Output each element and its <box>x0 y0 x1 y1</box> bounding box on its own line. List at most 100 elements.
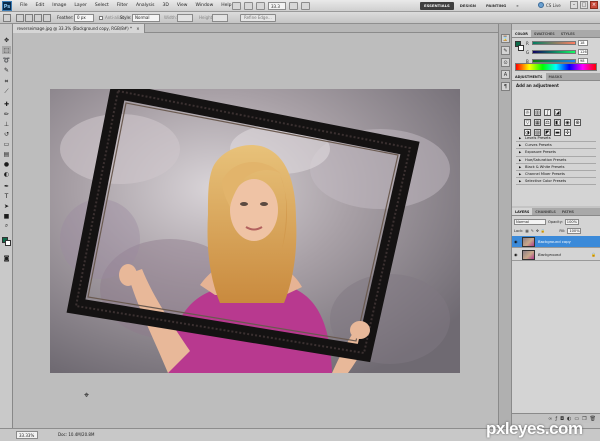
tab-masks[interactable]: MASKS <box>546 73 566 80</box>
shape-tool-icon[interactable]: ■ <box>2 212 11 220</box>
tab-swatches[interactable]: SWATCHES <box>531 30 558 37</box>
vibrance-icon[interactable]: ▽ <box>524 119 531 126</box>
gradient-tool-icon[interactable]: ▤ <box>2 150 11 158</box>
menu-filter[interactable]: Filter <box>113 0 132 12</box>
history-brush-tool-icon[interactable]: ↺ <box>2 130 11 138</box>
status-zoom-input[interactable]: 33.33% <box>16 431 38 439</box>
minimize-button[interactable]: – <box>570 1 578 9</box>
clone-source-panel-icon[interactable]: ⊙ <box>501 58 510 67</box>
menu-analysis[interactable]: Analysis <box>132 0 159 12</box>
menu-file[interactable]: File <box>16 0 32 12</box>
blur-tool-icon[interactable]: ● <box>2 160 11 168</box>
tab-paths[interactable]: PATHS <box>559 208 577 215</box>
red-slider[interactable] <box>532 41 576 45</box>
workspace-design[interactable]: DESIGN <box>456 2 480 10</box>
maximize-button[interactable]: □ <box>580 1 588 9</box>
launch-bridge-button[interactable] <box>232 2 241 10</box>
tool-preset-picker[interactable] <box>3 14 11 22</box>
opacity-input[interactable]: 100% <box>564 218 579 225</box>
subtract-from-selection-icon[interactable] <box>34 14 42 22</box>
menu-layer[interactable]: Layer <box>70 0 91 12</box>
menu-image[interactable]: Image <box>48 0 70 12</box>
path-selection-tool-icon[interactable]: ➤ <box>2 202 11 210</box>
menu-select[interactable]: Select <box>91 0 113 12</box>
lock-position-icon[interactable]: ✥ <box>536 229 539 233</box>
brush-tool-icon[interactable]: ✏ <box>2 110 11 118</box>
menu-edit[interactable]: Edit <box>32 0 49 12</box>
preset-black-white[interactable]: Black & White Presets <box>516 164 596 171</box>
preset-exposure[interactable]: Exposure Presets <box>516 149 596 157</box>
screen-mode-button[interactable] <box>301 2 310 10</box>
preset-levels[interactable]: Levels Presets <box>516 135 596 143</box>
paragraph-panel-icon[interactable]: ¶ <box>501 82 510 91</box>
document-tab[interactable]: reverseimage.jpg @ 33.3% (Background cop… <box>13 24 145 33</box>
style-select[interactable]: Normal <box>132 14 160 22</box>
exposure-icon[interactable]: ◪ <box>554 109 561 116</box>
feather-input[interactable]: 0 px <box>74 14 94 22</box>
delete-layer-icon[interactable]: 🗑 <box>590 416 596 422</box>
history-panel-icon[interactable]: ⌛ <box>501 34 510 43</box>
background-color-swatch[interactable] <box>5 240 11 246</box>
preset-selective-color[interactable]: Selective Color Presets <box>516 178 596 186</box>
tab-channels[interactable]: CHANNELS <box>532 208 559 215</box>
workspace-essentials[interactable]: ESSENTIALS <box>420 2 454 10</box>
add-to-selection-icon[interactable] <box>25 14 33 22</box>
preset-hue-saturation[interactable]: Hue/Saturation Presets <box>516 157 596 164</box>
view-extras-button[interactable] <box>256 2 265 10</box>
color-balance-icon[interactable]: ⚖ <box>544 119 551 126</box>
brightness-contrast-icon[interactable]: ☼ <box>524 109 531 116</box>
document-image[interactable] <box>50 89 460 373</box>
more-workspaces-button[interactable]: » <box>512 2 522 10</box>
color-spectrum-ramp[interactable] <box>515 63 597 71</box>
eyedropper-tool-icon[interactable]: ⟋ <box>2 88 11 96</box>
layer-background[interactable]: ◉ Background 🔒 <box>512 249 600 261</box>
green-slider[interactable] <box>532 50 576 54</box>
clone-stamp-tool-icon[interactable]: ⊥ <box>2 120 11 128</box>
tab-layers[interactable]: LAYERS <box>512 208 533 215</box>
tab-color[interactable]: COLOR <box>512 30 531 37</box>
fill-input[interactable]: 100% <box>567 227 582 234</box>
crop-tool-icon[interactable]: ⌗ <box>2 78 11 86</box>
intersect-selection-icon[interactable] <box>43 14 51 22</box>
antialias-checkbox[interactable] <box>99 16 103 20</box>
layer-background-copy[interactable]: ◉ Background copy <box>512 236 600 248</box>
visibility-eye-icon[interactable]: ◉ <box>514 239 519 244</box>
dodge-tool-icon[interactable]: ◐ <box>2 170 11 178</box>
launch-mini-bridge-button[interactable] <box>244 2 253 10</box>
lock-image-icon[interactable]: ✎ <box>531 229 534 233</box>
tab-adjustments[interactable]: ADJUSTMENTS <box>512 73 546 80</box>
hue-saturation-icon[interactable]: ▦ <box>534 119 541 126</box>
refine-edge-button[interactable]: Refine Edge... <box>240 14 276 22</box>
workspace-painting[interactable]: PAINTING <box>482 2 510 10</box>
photo-filter-icon[interactable]: ◉ <box>564 119 571 126</box>
cs-live[interactable]: CS Live <box>538 2 561 8</box>
pen-tool-icon[interactable]: ✒ <box>2 182 11 190</box>
curves-icon[interactable]: ∫ <box>544 109 551 116</box>
visibility-eye-icon[interactable]: ◉ <box>514 252 519 257</box>
lock-transparent-icon[interactable]: ▦ <box>525 229 528 233</box>
status-doc-size[interactable]: Doc: 10.4M/20.8M <box>58 431 94 439</box>
type-tool-icon[interactable]: T <box>2 192 11 200</box>
healing-brush-tool-icon[interactable]: ✚ <box>2 100 11 108</box>
width-input[interactable] <box>177 14 193 22</box>
canvas-area[interactable]: ⌖ <box>13 33 498 428</box>
move-tool-icon[interactable]: ✥ <box>2 36 11 44</box>
character-panel-icon[interactable]: A <box>501 70 510 79</box>
document-tab-close-icon[interactable]: × <box>136 26 139 31</box>
levels-icon[interactable]: ▥ <box>534 109 541 116</box>
tab-styles[interactable]: STYLES <box>558 30 578 37</box>
preset-channel-mixer[interactable]: Channel Mixer Presets <box>516 171 596 179</box>
green-value-input[interactable]: 126 <box>578 49 588 55</box>
arrange-documents-button[interactable] <box>289 2 298 10</box>
lock-all-icon[interactable]: 🔒 <box>541 229 545 233</box>
lasso-tool-icon[interactable]: ➰ <box>2 56 11 64</box>
quick-mask-icon[interactable]: ◙ <box>2 254 11 262</box>
brushes-panel-icon[interactable]: ✎ <box>501 46 510 55</box>
eraser-tool-icon[interactable]: ▭ <box>2 140 11 148</box>
zoom-tool-icon[interactable]: ⌕ <box>2 222 11 230</box>
menu-window[interactable]: Window <box>192 0 218 12</box>
black-white-icon[interactable]: ◧ <box>554 119 561 126</box>
height-input[interactable] <box>212 14 228 22</box>
menu-view[interactable]: View <box>173 0 192 12</box>
color-panel-background-swatch[interactable] <box>518 45 524 51</box>
